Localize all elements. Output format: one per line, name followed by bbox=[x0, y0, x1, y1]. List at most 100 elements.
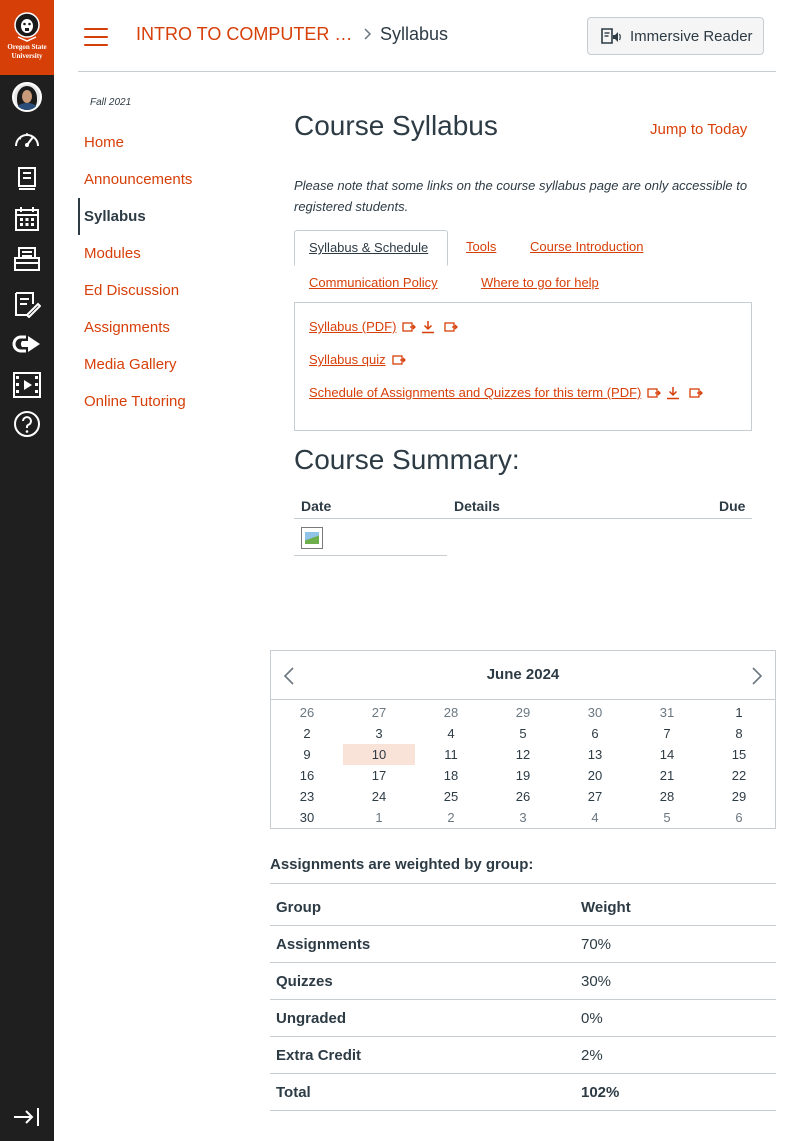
breadcrumb-course-link[interactable]: INTRO TO COMPUTER S… bbox=[136, 24, 354, 45]
calendar-day[interactable]: 23 bbox=[271, 786, 343, 807]
immersive-reader-button[interactable]: Immersive Reader bbox=[587, 17, 764, 55]
media-icon bbox=[13, 372, 41, 398]
calendar-day[interactable]: 15 bbox=[703, 744, 775, 765]
calendar-day[interactable]: 9 bbox=[271, 744, 343, 765]
course-nav-online-tutoring[interactable]: Online Tutoring bbox=[78, 383, 268, 420]
calendar-day[interactable]: 13 bbox=[559, 744, 631, 765]
summary-row bbox=[294, 519, 447, 556]
syllabus-quiz-item: Syllabus quiz bbox=[309, 352, 406, 367]
tab-course-introduction[interactable]: Course Introduction bbox=[530, 239, 643, 254]
calendar-day[interactable]: 1 bbox=[343, 807, 415, 828]
inbox-link[interactable] bbox=[0, 239, 54, 279]
calendar-day[interactable]: 28 bbox=[415, 702, 487, 723]
calendar-day[interactable]: 5 bbox=[631, 807, 703, 828]
calendar-day[interactable]: 28 bbox=[631, 786, 703, 807]
group-weight: 30% bbox=[581, 973, 612, 990]
calendar-day[interactable]: 11 bbox=[415, 744, 487, 765]
course-nav-syllabus[interactable]: Syllabus bbox=[78, 198, 268, 235]
table-row: Quizzes 30% bbox=[270, 963, 776, 1000]
open-external-icon[interactable] bbox=[689, 387, 704, 399]
calendar-day[interactable]: 26 bbox=[271, 702, 343, 723]
course-nav-assignments[interactable]: Assignments bbox=[78, 309, 268, 346]
calendar-day[interactable]: 29 bbox=[703, 786, 775, 807]
calendar-month-title: June 2024 bbox=[486, 666, 560, 683]
course-nav-ed-discussion[interactable]: Ed Discussion bbox=[78, 272, 268, 309]
courses-link[interactable] bbox=[0, 159, 54, 199]
course-nav-home[interactable]: Home bbox=[78, 124, 268, 161]
calendar-day[interactable]: 17 bbox=[343, 765, 415, 786]
global-nav: Oregon State University bbox=[0, 0, 54, 1141]
calendar-day-today[interactable]: 10 bbox=[343, 744, 415, 765]
course-nav-announcements[interactable]: Announcements bbox=[78, 161, 268, 198]
dashboard-icon bbox=[15, 133, 39, 147]
calendar-day[interactable]: 12 bbox=[487, 744, 559, 765]
help-link[interactable] bbox=[0, 404, 54, 444]
collapse-nav-button[interactable] bbox=[12, 1106, 40, 1133]
calendar-day[interactable]: 21 bbox=[631, 765, 703, 786]
tab-syllabus-schedule[interactable]: Syllabus & Schedule bbox=[294, 230, 448, 266]
calendar-day[interactable]: 6 bbox=[559, 723, 631, 744]
calendar-day[interactable]: 6 bbox=[703, 807, 775, 828]
weights-header-weight: Weight bbox=[581, 899, 631, 916]
calendar-day[interactable]: 4 bbox=[559, 807, 631, 828]
calendar-day[interactable]: 25 bbox=[415, 786, 487, 807]
calendar-day[interactable]: 5 bbox=[487, 723, 559, 744]
summary-header-date: Date bbox=[301, 498, 332, 514]
group-weight: 0% bbox=[581, 1010, 603, 1027]
calendar-day[interactable]: 20 bbox=[559, 765, 631, 786]
calendar-day[interactable]: 29 bbox=[487, 702, 559, 723]
open-external-icon[interactable] bbox=[444, 321, 459, 333]
immersive-reader-label: Immersive Reader bbox=[630, 27, 753, 45]
media-link[interactable] bbox=[0, 365, 54, 405]
calendar-day[interactable]: 27 bbox=[559, 786, 631, 807]
dashboard-link[interactable] bbox=[0, 119, 54, 159]
syllabus-pdf-link[interactable]: Syllabus (PDF) bbox=[309, 319, 396, 334]
calendar-day[interactable]: 2 bbox=[415, 807, 487, 828]
calendar-day[interactable]: 30 bbox=[271, 807, 343, 828]
calendar-day[interactable]: 1 bbox=[703, 702, 775, 723]
calendar-day[interactable]: 4 bbox=[415, 723, 487, 744]
calendar-link[interactable] bbox=[0, 199, 54, 239]
preview-icon[interactable] bbox=[647, 387, 662, 399]
commons-icon bbox=[12, 335, 40, 353]
calendar-day[interactable]: 22 bbox=[703, 765, 775, 786]
calendar-day[interactable]: 27 bbox=[343, 702, 415, 723]
table-row: Extra Credit 2% bbox=[270, 1037, 776, 1074]
history-link[interactable] bbox=[0, 284, 54, 324]
course-nav-modules[interactable]: Modules bbox=[78, 235, 268, 272]
logo-text-line1: Oregon State bbox=[7, 43, 47, 51]
tab-panel: Syllabus (PDF) Syllabus quiz Schedule of… bbox=[294, 302, 752, 431]
tab-communication-policy[interactable]: Communication Policy bbox=[309, 275, 438, 290]
tab-tools[interactable]: Tools bbox=[466, 239, 496, 254]
calendar-day[interactable]: 16 bbox=[271, 765, 343, 786]
account-avatar[interactable] bbox=[0, 77, 54, 117]
table-row: Assignments 70% bbox=[270, 926, 776, 963]
jump-to-today-link[interactable]: Jump to Today bbox=[650, 121, 747, 138]
calendar-day[interactable]: 19 bbox=[487, 765, 559, 786]
calendar-day[interactable]: 7 bbox=[631, 723, 703, 744]
download-icon[interactable] bbox=[666, 386, 680, 400]
calendar-day[interactable]: 2 bbox=[271, 723, 343, 744]
calendar-day[interactable]: 24 bbox=[343, 786, 415, 807]
group-weight: 70% bbox=[581, 936, 612, 953]
commons-link[interactable] bbox=[0, 324, 54, 364]
calendar-day[interactable]: 14 bbox=[631, 744, 703, 765]
hamburger-menu-icon[interactable] bbox=[84, 28, 108, 46]
university-logo[interactable]: Oregon State University bbox=[0, 0, 54, 75]
schedule-pdf-link[interactable]: Schedule of Assignments and Quizzes for … bbox=[309, 385, 641, 400]
calendar-day[interactable]: 18 bbox=[415, 765, 487, 786]
calendar-day[interactable]: 26 bbox=[487, 786, 559, 807]
calendar-next-button[interactable] bbox=[751, 667, 763, 690]
tab-where-to-go-for-help[interactable]: Where to go for help bbox=[481, 275, 599, 290]
calendar-day[interactable]: 3 bbox=[487, 807, 559, 828]
calendar-day[interactable]: 8 bbox=[703, 723, 775, 744]
preview-icon[interactable] bbox=[391, 354, 406, 366]
calendar-day[interactable]: 30 bbox=[559, 702, 631, 723]
syllabus-quiz-link[interactable]: Syllabus quiz bbox=[309, 352, 386, 367]
download-icon[interactable] bbox=[421, 320, 435, 334]
calendar-day[interactable]: 31 bbox=[631, 702, 703, 723]
calendar-day[interactable]: 3 bbox=[343, 723, 415, 744]
preview-icon[interactable] bbox=[402, 321, 417, 333]
course-nav-media-gallery[interactable]: Media Gallery bbox=[78, 346, 268, 383]
header-divider bbox=[78, 71, 776, 72]
